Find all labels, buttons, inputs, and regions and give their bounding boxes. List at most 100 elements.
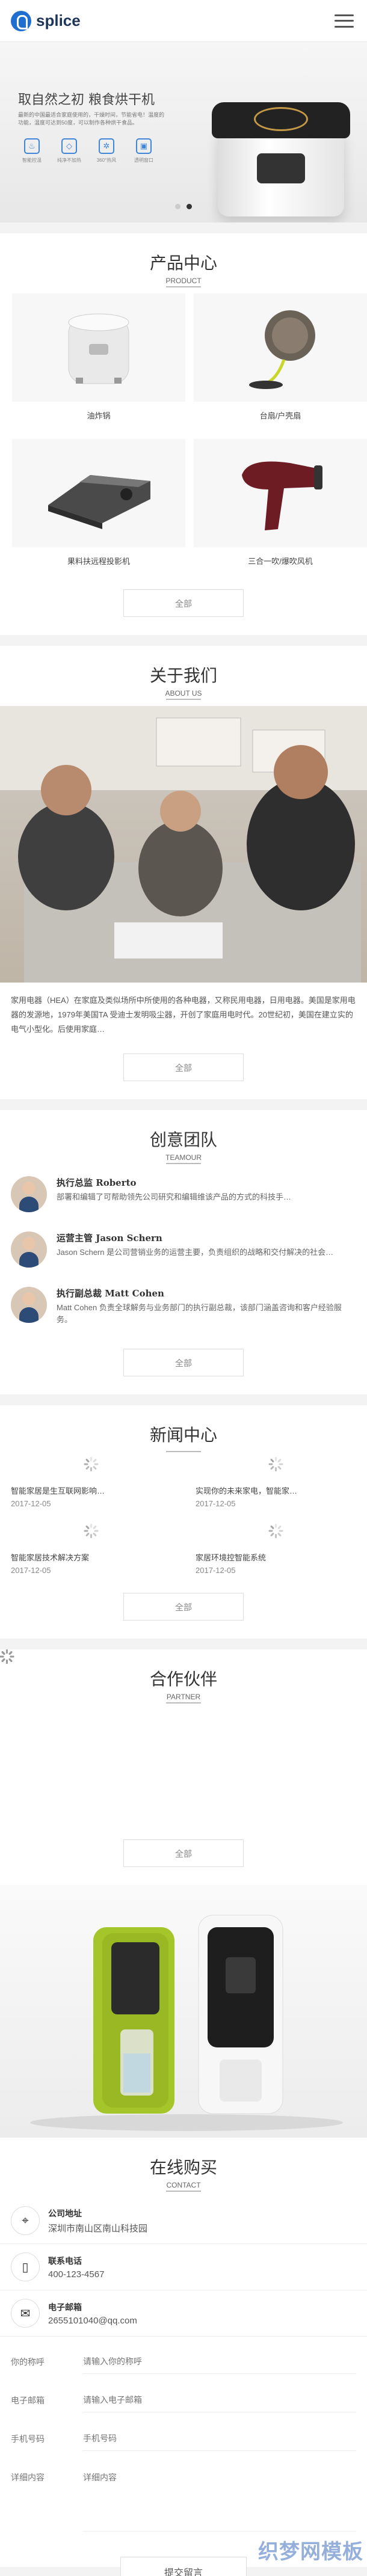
section-subtitle: TEAMOUR <box>165 1153 202 1162</box>
submit-button[interactable]: 提交留言 <box>120 2557 247 2576</box>
section-subtitle: PARTNER <box>166 1693 201 1701</box>
email-input[interactable] <box>83 2388 356 2412</box>
name-label: 你的称呼 <box>11 2358 45 2367</box>
partner-logo[interactable] <box>0 1649 131 1779</box>
drop-icon: ◇ <box>61 138 77 154</box>
contact-label: 电子邮箱 <box>48 2302 82 2313</box>
dehydrator-image <box>212 90 350 222</box>
partner-section: 合作伙伴 PARTNER 全部 <box>0 1649 367 1885</box>
contact-address: ⌖ 公司地址 深圳市南山区南山科技园 <box>0 2198 367 2244</box>
partner-logo[interactable] <box>0 1649 343 1819</box>
section-subtitle: PRODUCT <box>165 277 202 285</box>
product-image <box>12 293 185 402</box>
partner-heading: 合作伙伴 PARTNER <box>0 1649 367 1710</box>
banner-features: ♨ 智能控温 ◇ 纯净不加热 ✲ 360°热风 ▣ 透明窗口 <box>18 138 158 164</box>
feature-label: 透明窗口 <box>134 158 153 163</box>
news-item[interactable]: 家居环境控智能系统 2017-12-05 <box>196 1520 356 1575</box>
product-image <box>194 439 367 547</box>
phone-label: 手机号码 <box>11 2435 45 2444</box>
logo-text: splice <box>36 11 81 29</box>
member-name: 执行总监 Roberto <box>57 1177 137 1188</box>
product-grid: 油炸锅 台扇/户壳扇 果料扶远程投影机 三合一吹/爆吹风机 <box>0 293 367 576</box>
hero-banner[interactable]: 取自然之初 粮食烘干机 最新的中国最适合家庭使用的，干燥时间，节能省电！温度的功… <box>0 42 367 222</box>
product-name: 果料扶远程投影机 <box>67 557 130 566</box>
logo[interactable]: splice <box>11 10 81 31</box>
form-row-phone: 手机号码 <box>0 2420 367 2458</box>
news-date: 2017-12-05 <box>196 1566 236 1575</box>
team-more-button[interactable]: 全部 <box>123 1349 244 1376</box>
product-more-button[interactable]: 全部 <box>123 589 244 617</box>
team-member[interactable]: 执行副总裁 Matt Cohen Matt Cohen 负责全球解务与业务部门的执… <box>0 1281 367 1339</box>
news-date: 2017-12-05 <box>11 1566 51 1575</box>
product-card[interactable]: 油炸锅 <box>12 293 185 431</box>
section-title: 在线购买 <box>149 2157 217 2177</box>
form-row-email: 电子邮箱 <box>0 2381 367 2420</box>
section-title: 新闻中心 <box>149 1425 217 1445</box>
about-more-button[interactable]: 全部 <box>123 1053 244 1081</box>
menu-icon[interactable] <box>332 11 356 31</box>
name-input[interactable] <box>83 2350 356 2374</box>
news-item[interactable]: 智能家居是生互联网影响… 2017-12-05 <box>11 1453 171 1508</box>
top-header: splice <box>0 0 367 42</box>
watermark-logo: 织梦网模板 <box>258 2540 363 2564</box>
feature-label: 360°热风 <box>96 158 117 163</box>
partner-logo[interactable] <box>0 1649 343 1779</box>
contact-email: ✉ 电子邮箱 2655101040@qq.com <box>0 2290 367 2337</box>
loading-spinner-icon <box>84 1524 99 1538</box>
product-card[interactable]: 果料扶远程投影机 <box>12 439 185 576</box>
loading-spinner-icon <box>268 1524 283 1538</box>
product-card[interactable]: 三合一吹/爆吹风机 <box>194 439 367 576</box>
carousel-dots <box>0 204 367 209</box>
partner-logo[interactable] <box>0 1649 131 1819</box>
banner-title: 取自然之初 粮食烘干机 <box>18 93 155 108</box>
avatar <box>11 1231 47 1268</box>
feature-item: ✲ 360°热风 <box>93 138 120 164</box>
member-desc: Matt Cohen 负责全球解务与业务部门的执行副总裁，该部门涵盖咨询和客户经… <box>57 1303 342 1324</box>
news-item[interactable]: 实现你的未来家电，智能家… 2017-12-05 <box>196 1453 356 1508</box>
product-card[interactable]: 台扇/户壳扇 <box>194 293 367 431</box>
contact-section: 在线购买 CONTACT ⌖ 公司地址 深圳市南山区南山科技园 ▯ 联系电话 400… <box>0 2138 367 2576</box>
about-section: 关于我们 ABOUT US 家用电器（HEA）在家庭及类似场所中所使用的各种电器… <box>0 646 367 1099</box>
contact-phone: ▯ 联系电话 400-123-4567 <box>0 2244 367 2290</box>
section-title: 关于我们 <box>149 666 217 685</box>
team-member[interactable]: 运营主管 Jason Schern Jason Schern 是公司营销业务的运营… <box>0 1225 367 1281</box>
carousel-dot[interactable] <box>175 204 180 209</box>
carousel-dot-active[interactable] <box>187 204 192 209</box>
member-name: 运营主管 Jason Schern <box>57 1233 162 1244</box>
team-heading: 创意团队 TEAMOUR <box>0 1110 367 1170</box>
news-more-button[interactable]: 全部 <box>123 1593 244 1621</box>
team-member[interactable]: 执行总监 Roberto 部署和编辑了可帮助领先公司研究和编辑维该产品的方式的科技… <box>0 1170 367 1225</box>
news-date: 2017-12-05 <box>196 1499 236 1508</box>
team-section: 创意团队 TEAMOUR 执行总监 Roberto 部署和编辑了可帮助领先公司研究… <box>0 1110 367 1394</box>
contact-label: 公司地址 <box>48 2209 82 2219</box>
news-item[interactable]: 智能家居技术解决方案 2017-12-05 <box>11 1520 171 1575</box>
contact-heading: 在线购买 CONTACT <box>0 2138 367 2198</box>
phone-input[interactable] <box>83 2427 356 2451</box>
banner-subtitle: 最新的中国最适合家庭使用的，干燥时间，节能省电！温度的功能，温度可达到50度，可… <box>18 112 165 126</box>
section-subtitle: ABOUT US <box>165 689 202 698</box>
product-section: 产品中心 PRODUCT 油炸锅 台扇/户壳扇 果料扶远程投影机 三合一吹/爆吹… <box>0 233 367 635</box>
water-dispenser-photo <box>0 1885 367 2138</box>
product-name: 三合一吹/爆吹风机 <box>248 557 313 566</box>
partner-logo[interactable] <box>0 1649 237 1819</box>
section-title: 合作伙伴 <box>149 1669 217 1689</box>
detail-textarea[interactable] <box>83 2465 356 2532</box>
partner-logo[interactable] <box>0 1649 343 1740</box>
partner-more-button[interactable]: 全部 <box>123 1839 244 1867</box>
news-title: 智能家居技术解决方案 <box>11 1553 90 1562</box>
partner-logo[interactable] <box>0 1649 131 1740</box>
contact-value[interactable]: 2655101040@qq.com <box>48 2316 137 2326</box>
partner-logo[interactable] <box>0 1649 237 1740</box>
section-subtitle: CONTACT <box>166 2181 201 2189</box>
feature-item: ◇ 纯净不加热 <box>55 138 83 164</box>
contact-value[interactable]: 400-123-4567 <box>48 2269 104 2280</box>
avatar <box>11 1176 47 1212</box>
section-title: 产品中心 <box>149 253 217 273</box>
contact-label: 联系电话 <box>48 2256 82 2266</box>
about-text: 家用电器（HEA）在家庭及类似场所中所使用的各种电器，又称民用电器，日用电器。美… <box>11 996 356 1034</box>
page: splice 取自然之初 粮食烘干机 最新的中国最适合家庭使用的，干燥时间，节能… <box>0 0 367 2576</box>
avatar <box>11 1287 47 1323</box>
partner-logo[interactable] <box>0 1649 237 1779</box>
about-heading: 关于我们 ABOUT US <box>0 646 367 706</box>
product-image <box>194 293 367 402</box>
